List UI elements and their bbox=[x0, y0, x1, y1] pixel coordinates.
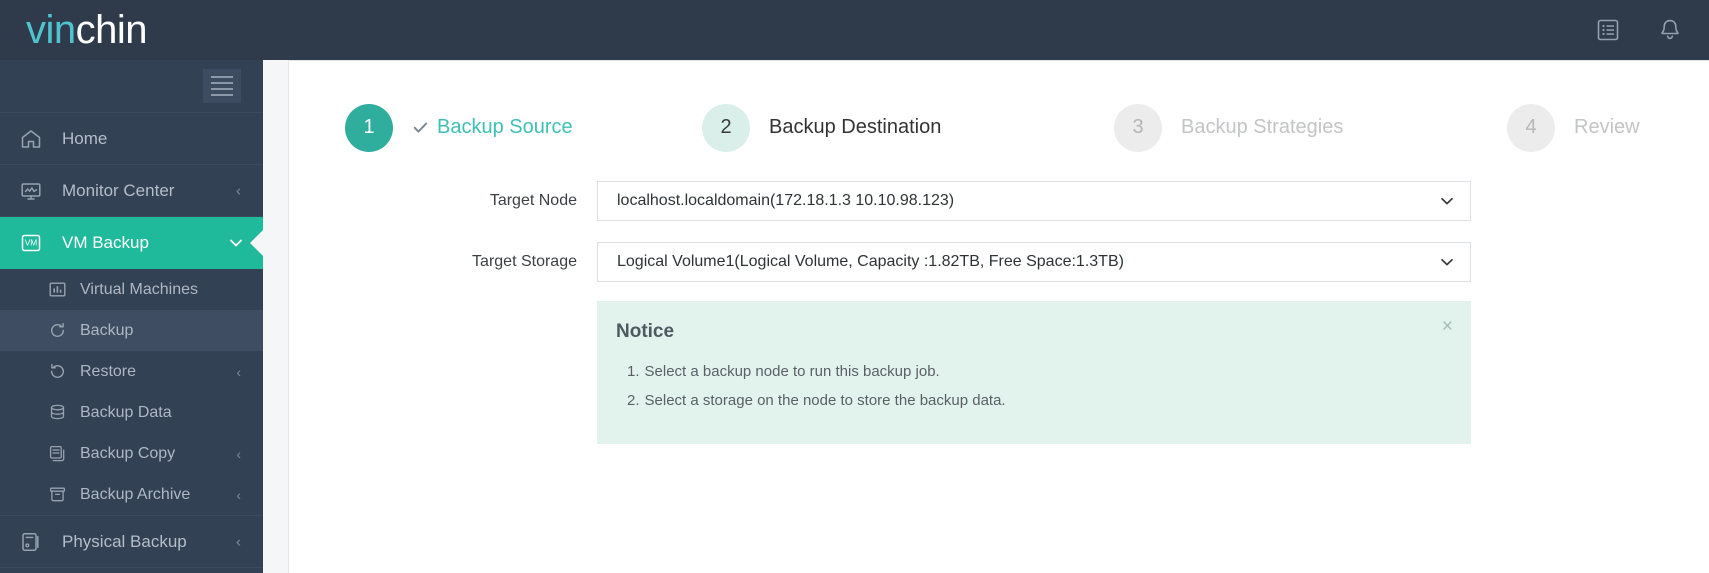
home-icon bbox=[20, 128, 50, 150]
chevron-down-icon bbox=[1438, 192, 1456, 210]
sidebar-item-backup-data[interactable]: Backup Data bbox=[0, 392, 263, 433]
sidebar-item-label: Home bbox=[62, 129, 107, 149]
step-label: Backup Source bbox=[437, 116, 573, 139]
hamburger-menu-button[interactable] bbox=[203, 69, 241, 103]
sidebar-item-label: Virtual Machines bbox=[80, 281, 198, 299]
step-number-circle: 4 bbox=[1507, 104, 1555, 152]
form-row-target-storage: Target Storage Logical Volume1(Logical V… bbox=[289, 242, 1471, 282]
check-icon bbox=[412, 119, 429, 136]
top-bar-icons bbox=[1595, 17, 1683, 43]
chevron-left-icon: ‹ bbox=[236, 182, 241, 199]
chevron-left-icon: ‹ bbox=[236, 446, 241, 462]
target-node-label: Target Node bbox=[289, 192, 597, 210]
server-icon bbox=[20, 531, 50, 553]
refresh-ccw-icon bbox=[48, 362, 70, 381]
sidebar-item-vm-backup[interactable]: VM VM Backup bbox=[0, 217, 263, 269]
step-number-circle: 1 bbox=[345, 104, 393, 152]
logo-text-prefix: vin bbox=[26, 8, 76, 52]
application-window: vinchin bbox=[0, 0, 1709, 573]
sidebar-item-home[interactable]: Home bbox=[0, 113, 263, 165]
chart-bars-icon bbox=[48, 280, 70, 299]
sidebar-item-physical-backup[interactable]: Physical Backup ‹ bbox=[0, 516, 263, 568]
svg-text:VM: VM bbox=[25, 238, 38, 248]
archive-icon bbox=[48, 485, 70, 504]
sidebar-item-virtual-machines[interactable]: Virtual Machines bbox=[0, 269, 263, 310]
step-label: Backup Destination bbox=[769, 116, 941, 139]
notice-item-number: 1. bbox=[627, 363, 640, 380]
refresh-cw-icon bbox=[48, 321, 70, 340]
step-label-wrapper: Backup Destination bbox=[769, 116, 941, 139]
wizard-step-backup-destination[interactable]: 2 Backup Destination bbox=[702, 104, 941, 152]
target-node-select[interactable]: localhost.localdomain(172.18.1.3 10.10.9… bbox=[597, 181, 1471, 221]
hamburger-line bbox=[211, 76, 233, 78]
target-storage-value: Logical Volume1(Logical Volume, Capacity… bbox=[617, 253, 1124, 271]
notice-list-item: 1. Select a backup node to run this backu… bbox=[627, 363, 1006, 380]
notice-panel: Notice × 1. Select a backup node to run t… bbox=[597, 301, 1471, 444]
step-label-wrapper: Backup Strategies bbox=[1181, 116, 1343, 139]
chevron-left-icon: ‹ bbox=[236, 533, 241, 550]
notice-item-number: 2. bbox=[627, 392, 640, 409]
step-number-circle: 2 bbox=[702, 104, 750, 152]
notice-list: 1. Select a backup node to run this backu… bbox=[627, 363, 1006, 421]
sidebar: Home Monitor Center ‹ VM VM Back bbox=[0, 60, 263, 573]
sidebar-item-label: Backup Archive bbox=[80, 486, 190, 504]
copy-icon bbox=[48, 444, 70, 463]
logo-text-suffix: chin bbox=[76, 8, 147, 52]
wizard-step-backup-strategies[interactable]: 3 Backup Strategies bbox=[1114, 104, 1343, 152]
brand-logo[interactable]: vinchin bbox=[26, 10, 147, 50]
top-bar: vinchin bbox=[0, 0, 1709, 60]
sidebar-item-backup-copy[interactable]: Backup Copy ‹ bbox=[0, 433, 263, 474]
notification-bell-icon[interactable] bbox=[1657, 17, 1683, 43]
sidebar-item-label: Restore bbox=[80, 363, 136, 381]
hamburger-line bbox=[211, 94, 233, 96]
notice-item-text: Select a storage on the node to store th… bbox=[645, 392, 1006, 409]
sidebar-item-monitor-center[interactable]: Monitor Center ‹ bbox=[0, 165, 263, 217]
notice-item-text: Select a backup node to run this backup … bbox=[645, 363, 940, 380]
step-label-wrapper: Backup Source bbox=[412, 116, 573, 139]
content-gutter bbox=[263, 60, 288, 573]
step-label: Review bbox=[1574, 116, 1640, 139]
sidebar-item-backup-archive[interactable]: Backup Archive ‹ bbox=[0, 474, 263, 515]
target-storage-label: Target Storage bbox=[289, 253, 597, 271]
sidebar-item-label: Monitor Center bbox=[62, 181, 174, 201]
wizard-stepper: 1 Backup Source 2 Backup Destination bbox=[289, 100, 1709, 155]
chevron-down-icon bbox=[1438, 253, 1456, 271]
sidebar-item-restore[interactable]: Restore ‹ bbox=[0, 351, 263, 392]
sidebar-item-label: VM Backup bbox=[62, 233, 149, 253]
sidebar-item-label: Physical Backup bbox=[62, 532, 187, 552]
step-label-wrapper: Review bbox=[1574, 116, 1640, 139]
sidebar-item-backup[interactable]: Backup bbox=[0, 310, 263, 351]
main-content: 1 Backup Source 2 Backup Destination bbox=[288, 60, 1709, 573]
sidebar-item-label: Backup Copy bbox=[80, 445, 175, 463]
notice-title: Notice bbox=[616, 321, 674, 343]
hamburger-line bbox=[211, 88, 233, 90]
sidebar-item-label: Backup Data bbox=[80, 404, 172, 422]
close-icon[interactable]: × bbox=[1442, 317, 1453, 336]
hamburger-line bbox=[211, 82, 233, 84]
notice-list-item: 2. Select a storage on the node to store … bbox=[627, 392, 1006, 409]
sidebar-toggle-row bbox=[0, 60, 263, 113]
chevron-left-icon: ‹ bbox=[236, 487, 241, 503]
target-node-value: localhost.localdomain(172.18.1.3 10.10.9… bbox=[617, 192, 954, 210]
log-list-icon[interactable] bbox=[1595, 17, 1621, 43]
target-storage-select[interactable]: Logical Volume1(Logical Volume, Capacity… bbox=[597, 242, 1471, 282]
wizard-step-review[interactable]: 4 Review bbox=[1507, 104, 1640, 152]
chevron-down-icon bbox=[227, 234, 245, 252]
wizard-step-backup-source[interactable]: 1 Backup Source bbox=[345, 104, 573, 152]
vm-icon: VM bbox=[20, 232, 50, 254]
form-row-target-node: Target Node localhost.localdomain(172.18… bbox=[289, 181, 1471, 221]
sidebar-item-label: Backup bbox=[80, 322, 133, 340]
database-icon bbox=[48, 403, 70, 422]
step-number-circle: 3 bbox=[1114, 104, 1162, 152]
step-label: Backup Strategies bbox=[1181, 116, 1343, 139]
monitor-icon bbox=[20, 180, 50, 202]
chevron-left-icon: ‹ bbox=[236, 364, 241, 380]
